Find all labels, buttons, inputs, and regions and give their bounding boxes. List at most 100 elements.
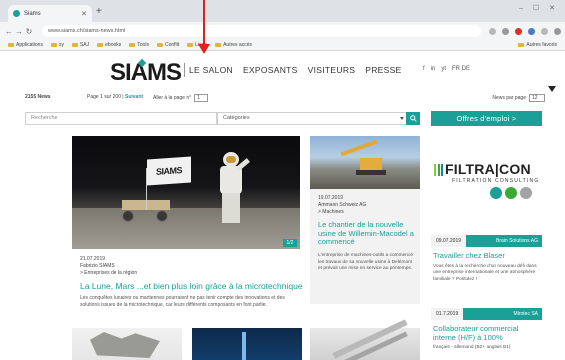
folder-icon — [187, 43, 194, 47]
astronaut — [218, 152, 250, 224]
news-card-author: Ammann Schweiz AG — [318, 202, 367, 208]
feature-excerpt: Les conquêtes lunaires ou martiennes pou… — [80, 295, 285, 308]
job-company: Mirotec SA — [513, 311, 538, 317]
news-card-meta: 19.07.2019 Ammann Schweiz AG > Machines — [318, 195, 366, 216]
category-select[interactable]: Catégories — [217, 112, 410, 125]
forward-icon[interactable]: → — [14, 27, 24, 36]
language-switch[interactable]: FR DE — [452, 66, 470, 72]
nav-item-exposants[interactable]: EXPOSANTS — [243, 65, 298, 75]
job-text: Vous êtes à la recherche d'un nouveau dé… — [433, 263, 537, 282]
sponsor-name: FILTRA|CON — [445, 161, 531, 177]
site-favicon-icon — [13, 10, 20, 17]
feature-title[interactable]: La Lune, Mars ...et bien plus loin grâce… — [80, 281, 303, 291]
linkedin-icon[interactable]: in — [431, 66, 436, 72]
facebook-icon[interactable]: f — [423, 66, 425, 72]
nav-item-visiteurs[interactable]: VISITEURS — [308, 65, 356, 75]
other-bookmarks[interactable]: Autres favoris — [518, 42, 557, 48]
news-card-date: 19.07.2019 — [318, 195, 344, 201]
folder-icon — [50, 43, 57, 47]
results-bar: 2155 News Page 1 sur 200 | Suivant Aller… — [25, 94, 545, 104]
nav-divider — [184, 63, 185, 77]
feature-category[interactable]: > Entreprises de la région — [80, 270, 137, 277]
new-tab-icon[interactable]: + — [96, 6, 102, 17]
per-page-select[interactable]: 12 — [529, 94, 545, 102]
nav-item-presse[interactable]: PRESSE — [365, 65, 401, 75]
annotation-arrow-head-icon — [198, 44, 210, 54]
menu-icon[interactable] — [554, 27, 561, 35]
window-controls[interactable]: – ☐ ✕ — [519, 4, 559, 12]
siams-flag: SIAMS — [147, 156, 191, 186]
feature-image[interactable]: SIAMS — [72, 136, 300, 249]
reload-icon[interactable]: ↻ — [24, 27, 34, 36]
feature-meta: 21.07.2019 Fabrizio SIAMS > Entreprises … — [80, 256, 137, 277]
badge-icon — [520, 187, 532, 199]
tab-close-icon[interactable]: ✕ — [81, 10, 87, 18]
search-icon — [409, 115, 417, 122]
job-date: 01.7.2019 — [431, 308, 464, 320]
job-listing[interactable]: 09.07.2019 Brain Solutions AG Travailler… — [431, 235, 542, 283]
news-card-title[interactable]: Le chantier de la nouvelle usine de Will… — [318, 220, 416, 247]
bookmark-item[interactable]: Tools — [129, 42, 149, 48]
feature-date: 21.07.2019 — [80, 256, 106, 262]
goto-page: Aller à la page n° 1 — [153, 94, 209, 102]
back-icon[interactable]: ← — [4, 27, 14, 36]
job-header: 09.07.2019 Brain Solutions AG — [431, 235, 542, 247]
news-thumbnail[interactable] — [192, 328, 302, 360]
site-header: SIAMS LE SALON EXPOSANTS VISITEURS PRESS… — [0, 52, 565, 88]
news-card-category[interactable]: > Machines — [318, 209, 366, 216]
annotation-arrow-line — [203, 0, 205, 46]
bookmarks-bar: Applications sy SAJ ebooks Tools Conflit… — [0, 40, 565, 51]
chevron-down-icon — [400, 117, 404, 120]
bookmark-item[interactable]: SAJ — [71, 42, 89, 48]
tab-title: Siams — [24, 10, 41, 17]
browser-tab[interactable]: Siams ✕ — [8, 5, 92, 22]
job-title[interactable]: Travailler chez Blaser — [431, 251, 542, 261]
job-listing[interactable]: 01.7.2019 Mirotec SA Collaborateur comme… — [431, 308, 542, 352]
nav-item-le-salon[interactable]: LE SALON — [184, 63, 233, 77]
url-field[interactable]: www.siams.ch/siams-news.html — [42, 25, 481, 37]
extension-icons — [489, 27, 561, 35]
bookmark-item[interactable]: ebooks — [97, 42, 121, 48]
job-header: 01.7.2019 Mirotec SA — [431, 308, 542, 320]
star-icon[interactable] — [502, 27, 509, 35]
sponsor-subtitle: FILTRATION CONSULTING — [452, 178, 540, 184]
profile-icon[interactable] — [541, 27, 548, 35]
extension-icon-red[interactable] — [515, 27, 522, 35]
job-offers-button[interactable]: Offres d'emploi > — [431, 111, 542, 126]
bookmark-item[interactable]: sy — [50, 42, 64, 48]
news-card-image — [310, 136, 420, 189]
extension-icon[interactable] — [489, 27, 496, 35]
folder-icon — [156, 43, 163, 47]
filtracon-logo-icon — [434, 164, 443, 176]
results-count: 2155 News — [25, 94, 51, 100]
address-bar-row: ← → ↻ www.siams.ch/siams-news.html — [0, 22, 565, 40]
bookmark-item[interactable]: Autres accès — [215, 42, 252, 48]
search-button[interactable] — [406, 112, 420, 125]
search-input[interactable]: Recherche — [25, 112, 217, 125]
next-page-link[interactable]: Suivant — [125, 94, 143, 100]
youtube-icon[interactable]: yt — [441, 66, 446, 72]
extension-icon-blue[interactable] — [528, 27, 535, 35]
goto-page-input[interactable]: 1 — [194, 94, 209, 102]
news-thumbnail[interactable] — [72, 328, 182, 360]
url-text: www.siams.ch/siams-news.html — [48, 28, 126, 34]
sponsor-badges — [490, 187, 532, 199]
job-title[interactable]: Collaborateur commercial interne (H/F) à… — [431, 324, 542, 342]
bookmark-item[interactable]: Conflit — [156, 42, 179, 48]
main-nav: LE SALON EXPOSANTS VISITEURS PRESSE — [184, 63, 402, 77]
badge-icon — [505, 187, 517, 199]
news-thumbnail[interactable] — [310, 319, 420, 360]
folder-icon — [97, 43, 104, 47]
moon-surface — [72, 208, 300, 249]
sponsor-banner[interactable]: FILTRA|CON FILTRATION CONSULTING — [432, 160, 540, 208]
per-page: News par page 12 — [492, 94, 545, 102]
image-counter-badge: 1/2 — [283, 239, 297, 247]
scroll-down-icon[interactable] — [548, 86, 556, 92]
folder-icon — [518, 43, 525, 47]
badge-icon — [490, 187, 502, 199]
folder-icon — [215, 43, 222, 47]
feature-author: Fabrizio SIAMS — [80, 263, 115, 269]
folder-icon — [71, 43, 78, 47]
bookmark-item[interactable]: Applications — [8, 42, 43, 48]
news-card[interactable]: 19.07.2019 Ammann Schweiz AG > Machines … — [310, 136, 420, 304]
